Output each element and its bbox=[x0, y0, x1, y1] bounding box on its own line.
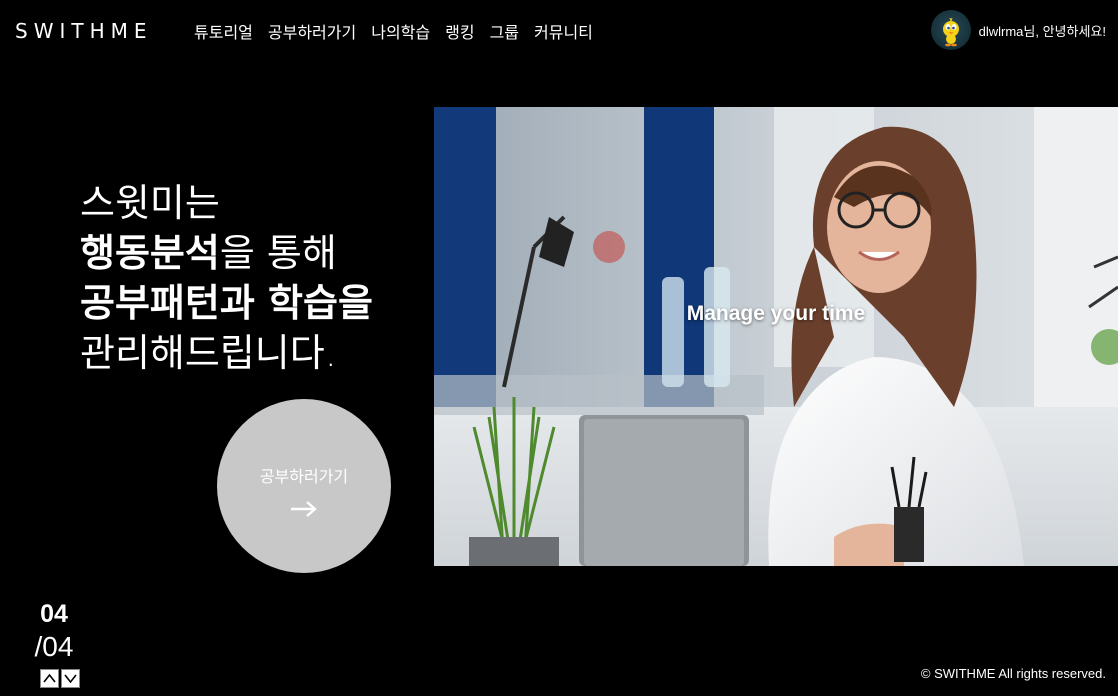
nav-tutorial[interactable]: 튜토리얼 bbox=[194, 19, 253, 43]
main-nav: 튜토리얼 공부하러가기 나의학습 랭킹 그룹 커뮤니티 bbox=[194, 19, 593, 43]
next-slide-button[interactable] bbox=[61, 669, 80, 688]
footer-copyright: © SWITHME All rights reserved. bbox=[920, 666, 1106, 681]
chevron-down-icon bbox=[64, 674, 77, 684]
office-photo bbox=[434, 107, 1118, 566]
hero-image: Manage your time bbox=[434, 107, 1118, 566]
pager-buttons bbox=[40, 669, 86, 688]
headline-emphasis: 행동분석 bbox=[80, 231, 220, 275]
tweety-icon bbox=[942, 17, 959, 47]
nav-group[interactable]: 그룹 bbox=[490, 19, 519, 43]
greeting-text: dlwlrma님, 안녕하세요! bbox=[978, 23, 1106, 39]
headline-line-1: 스윗미는 bbox=[80, 181, 220, 225]
chevron-up-icon bbox=[43, 673, 56, 683]
nav-study[interactable]: 공부하러가기 bbox=[268, 19, 356, 43]
logo[interactable]: SWITHME bbox=[15, 19, 153, 43]
slide-total: /04 bbox=[34, 631, 74, 662]
nav-ranking[interactable]: 랭킹 bbox=[445, 19, 474, 43]
headline-line-3: 공부패턴과 학습을 bbox=[80, 281, 373, 325]
slide-current: 04 bbox=[40, 600, 68, 628]
header: SWITHME 튜토리얼 공부하러가기 나의학습 랭킹 그룹 커뮤니티 dlwl… bbox=[0, 0, 1118, 62]
headline-line-2-rest: 을 통해 bbox=[219, 231, 337, 275]
nav-community[interactable]: 커뮤니티 bbox=[534, 19, 593, 43]
hero-headline: 스윗미는 행동분석을 통해 공부패턴과 학습을 관리해드립니다. bbox=[80, 178, 420, 378]
nav-my-learning[interactable]: 나의학습 bbox=[371, 19, 430, 43]
avatar[interactable] bbox=[930, 10, 971, 50]
slide-pager: 04 /04 bbox=[26, 600, 86, 688]
hero-caption: Manage your time bbox=[686, 302, 866, 325]
headline-line-4: 관리해드립니다. bbox=[80, 331, 337, 375]
study-cta-button[interactable]: 공부하러가기 bbox=[217, 399, 391, 573]
user-menu[interactable]: dlwlrma님, 안녕하세요! bbox=[930, 10, 1106, 50]
cta-label: 공부하러가기 bbox=[259, 469, 349, 486]
headline-line-2: 행동분석을 통해 bbox=[80, 228, 420, 278]
prev-slide-button[interactable] bbox=[40, 669, 59, 688]
arrow-right-icon bbox=[291, 501, 317, 517]
